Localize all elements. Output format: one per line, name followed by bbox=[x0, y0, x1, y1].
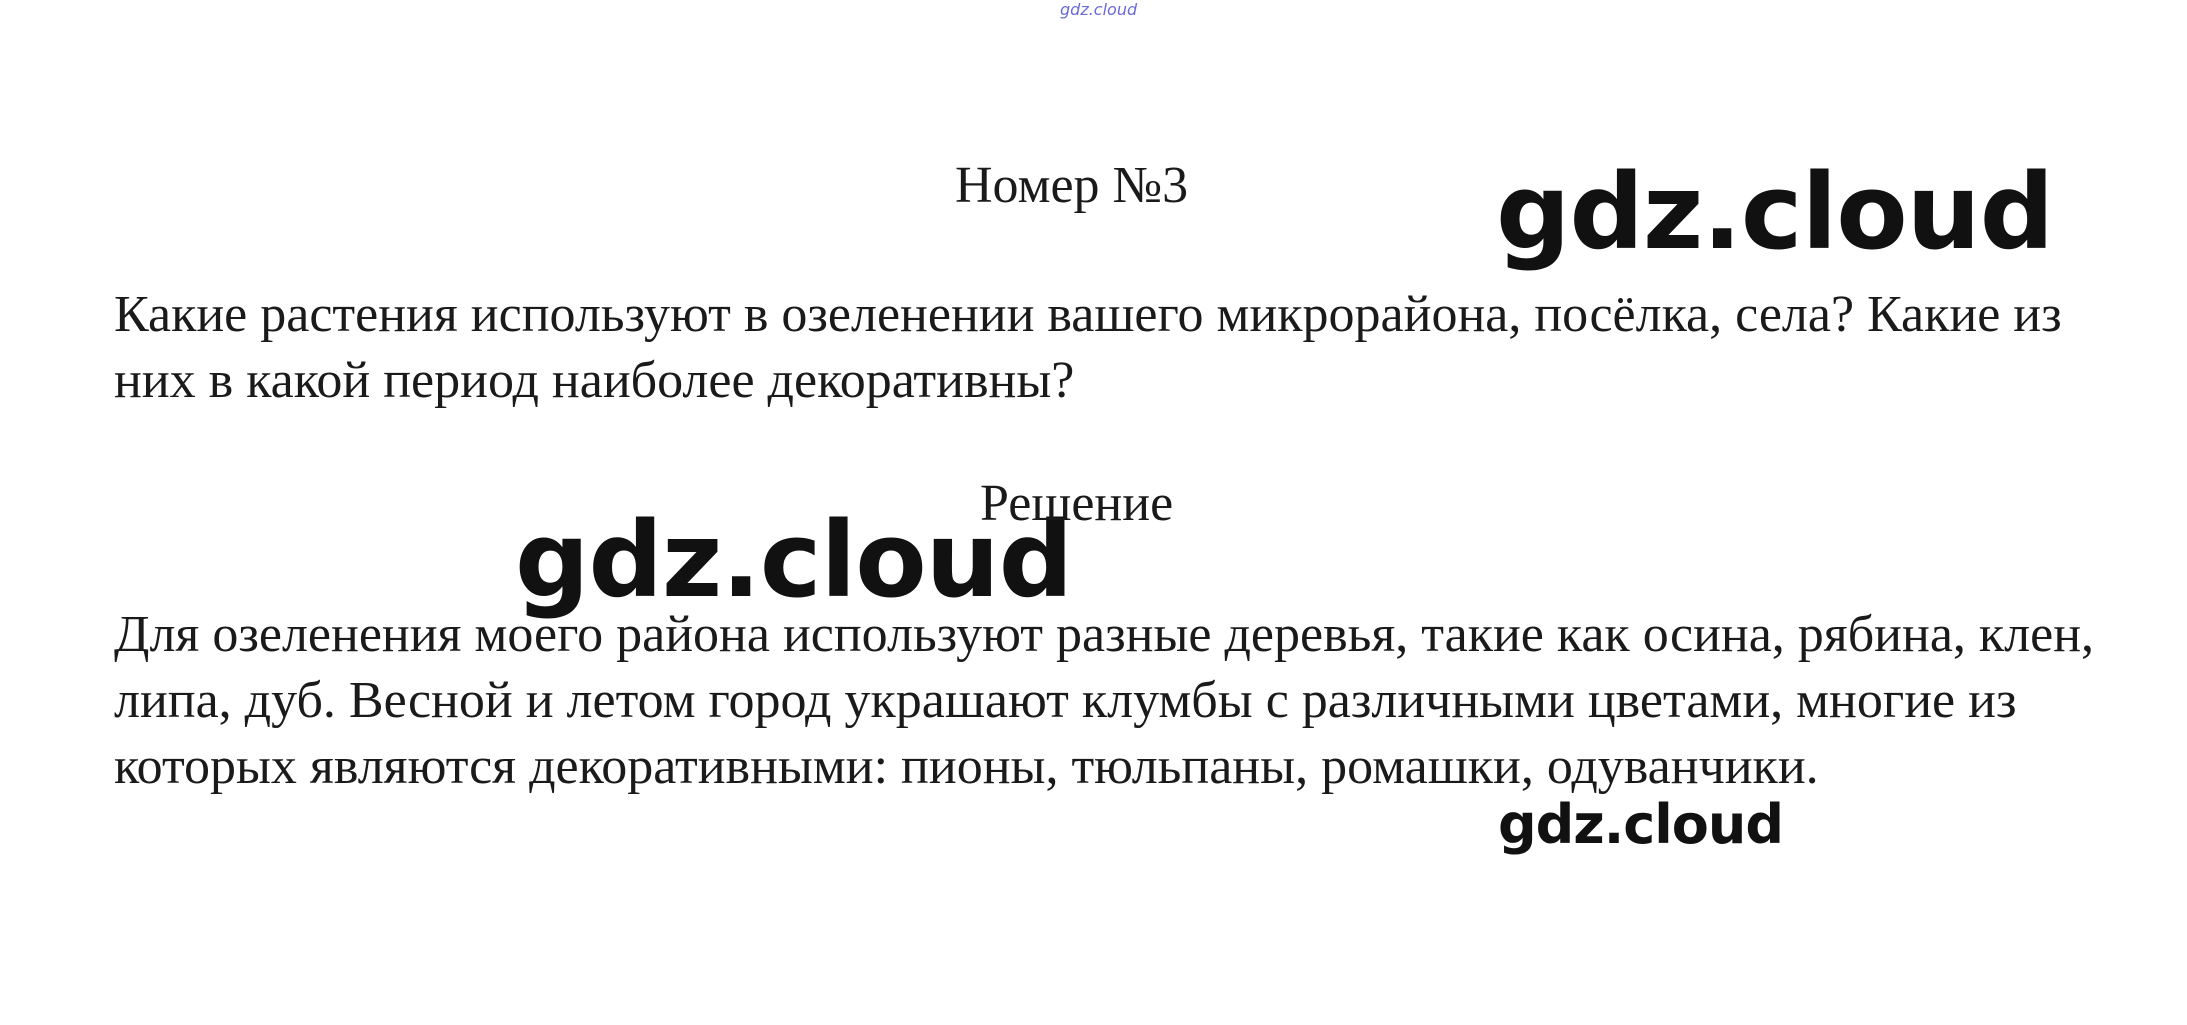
task-heading: Номер №3 bbox=[955, 157, 1189, 214]
solution-answer: Для озеленения моего района используют р… bbox=[114, 606, 2095, 795]
document-page: gdz.cloud Номер №3 gdz.cloud Какие расте… bbox=[0, 0, 2187, 1025]
watermark-small: gdz.cloud bbox=[1498, 793, 1784, 856]
task-question: Какие растения используют в озеленении в… bbox=[114, 286, 2062, 409]
solution-title: Решение bbox=[980, 475, 1174, 532]
watermark-large-top: gdz.cloud bbox=[1496, 151, 2054, 273]
watermark-tiny: gdz.cloud bbox=[1060, 0, 1138, 19]
